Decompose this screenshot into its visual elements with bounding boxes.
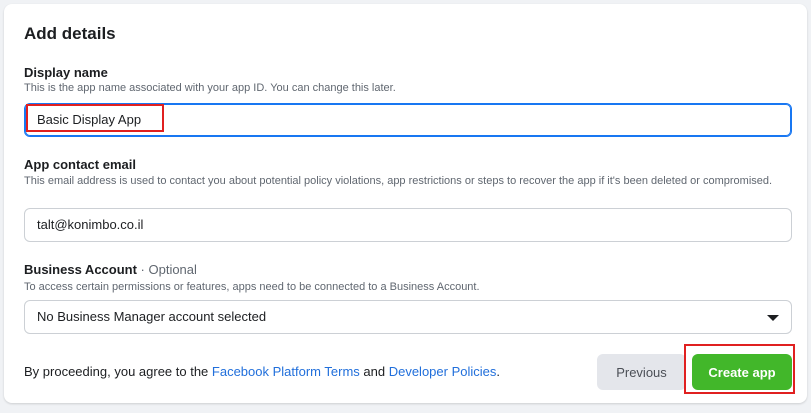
chevron-down-icon	[767, 315, 779, 321]
terms-middle: and	[359, 364, 389, 379]
terms-text: By proceeding, you agree to the Facebook…	[24, 364, 500, 379]
display-name-label: Display name	[24, 65, 108, 80]
contact-email-input[interactable]: talt@konimbo.co.il	[24, 208, 792, 242]
developer-policies-link[interactable]: Developer Policies	[389, 364, 497, 379]
page-title: Add details	[24, 24, 116, 43]
contact-email-value: talt@konimbo.co.il	[37, 217, 144, 232]
business-account-label: Business Account · Optional	[24, 262, 197, 277]
terms-prefix: By proceeding, you agree to the	[24, 364, 212, 379]
business-account-select[interactable]: No Business Manager account selected	[24, 300, 792, 334]
add-details-card: Add details Display name This is the app…	[4, 4, 807, 403]
display-name-help: This is the app name associated with you…	[24, 82, 396, 94]
business-account-help: To access certain permissions or feature…	[24, 281, 480, 293]
create-app-highlight	[684, 344, 795, 394]
business-account-selected: No Business Manager account selected	[37, 309, 267, 324]
display-name-highlight	[26, 104, 164, 132]
contact-email-label: App contact email	[24, 157, 136, 172]
optional-tag: · Optional	[136, 262, 197, 277]
terms-suffix: .	[496, 364, 500, 379]
contact-email-help: This email address is used to contact yo…	[24, 175, 773, 187]
previous-button[interactable]: Previous	[597, 354, 686, 390]
business-account-label-text: Business Account	[24, 262, 137, 277]
platform-terms-link[interactable]: Facebook Platform Terms	[212, 364, 360, 379]
